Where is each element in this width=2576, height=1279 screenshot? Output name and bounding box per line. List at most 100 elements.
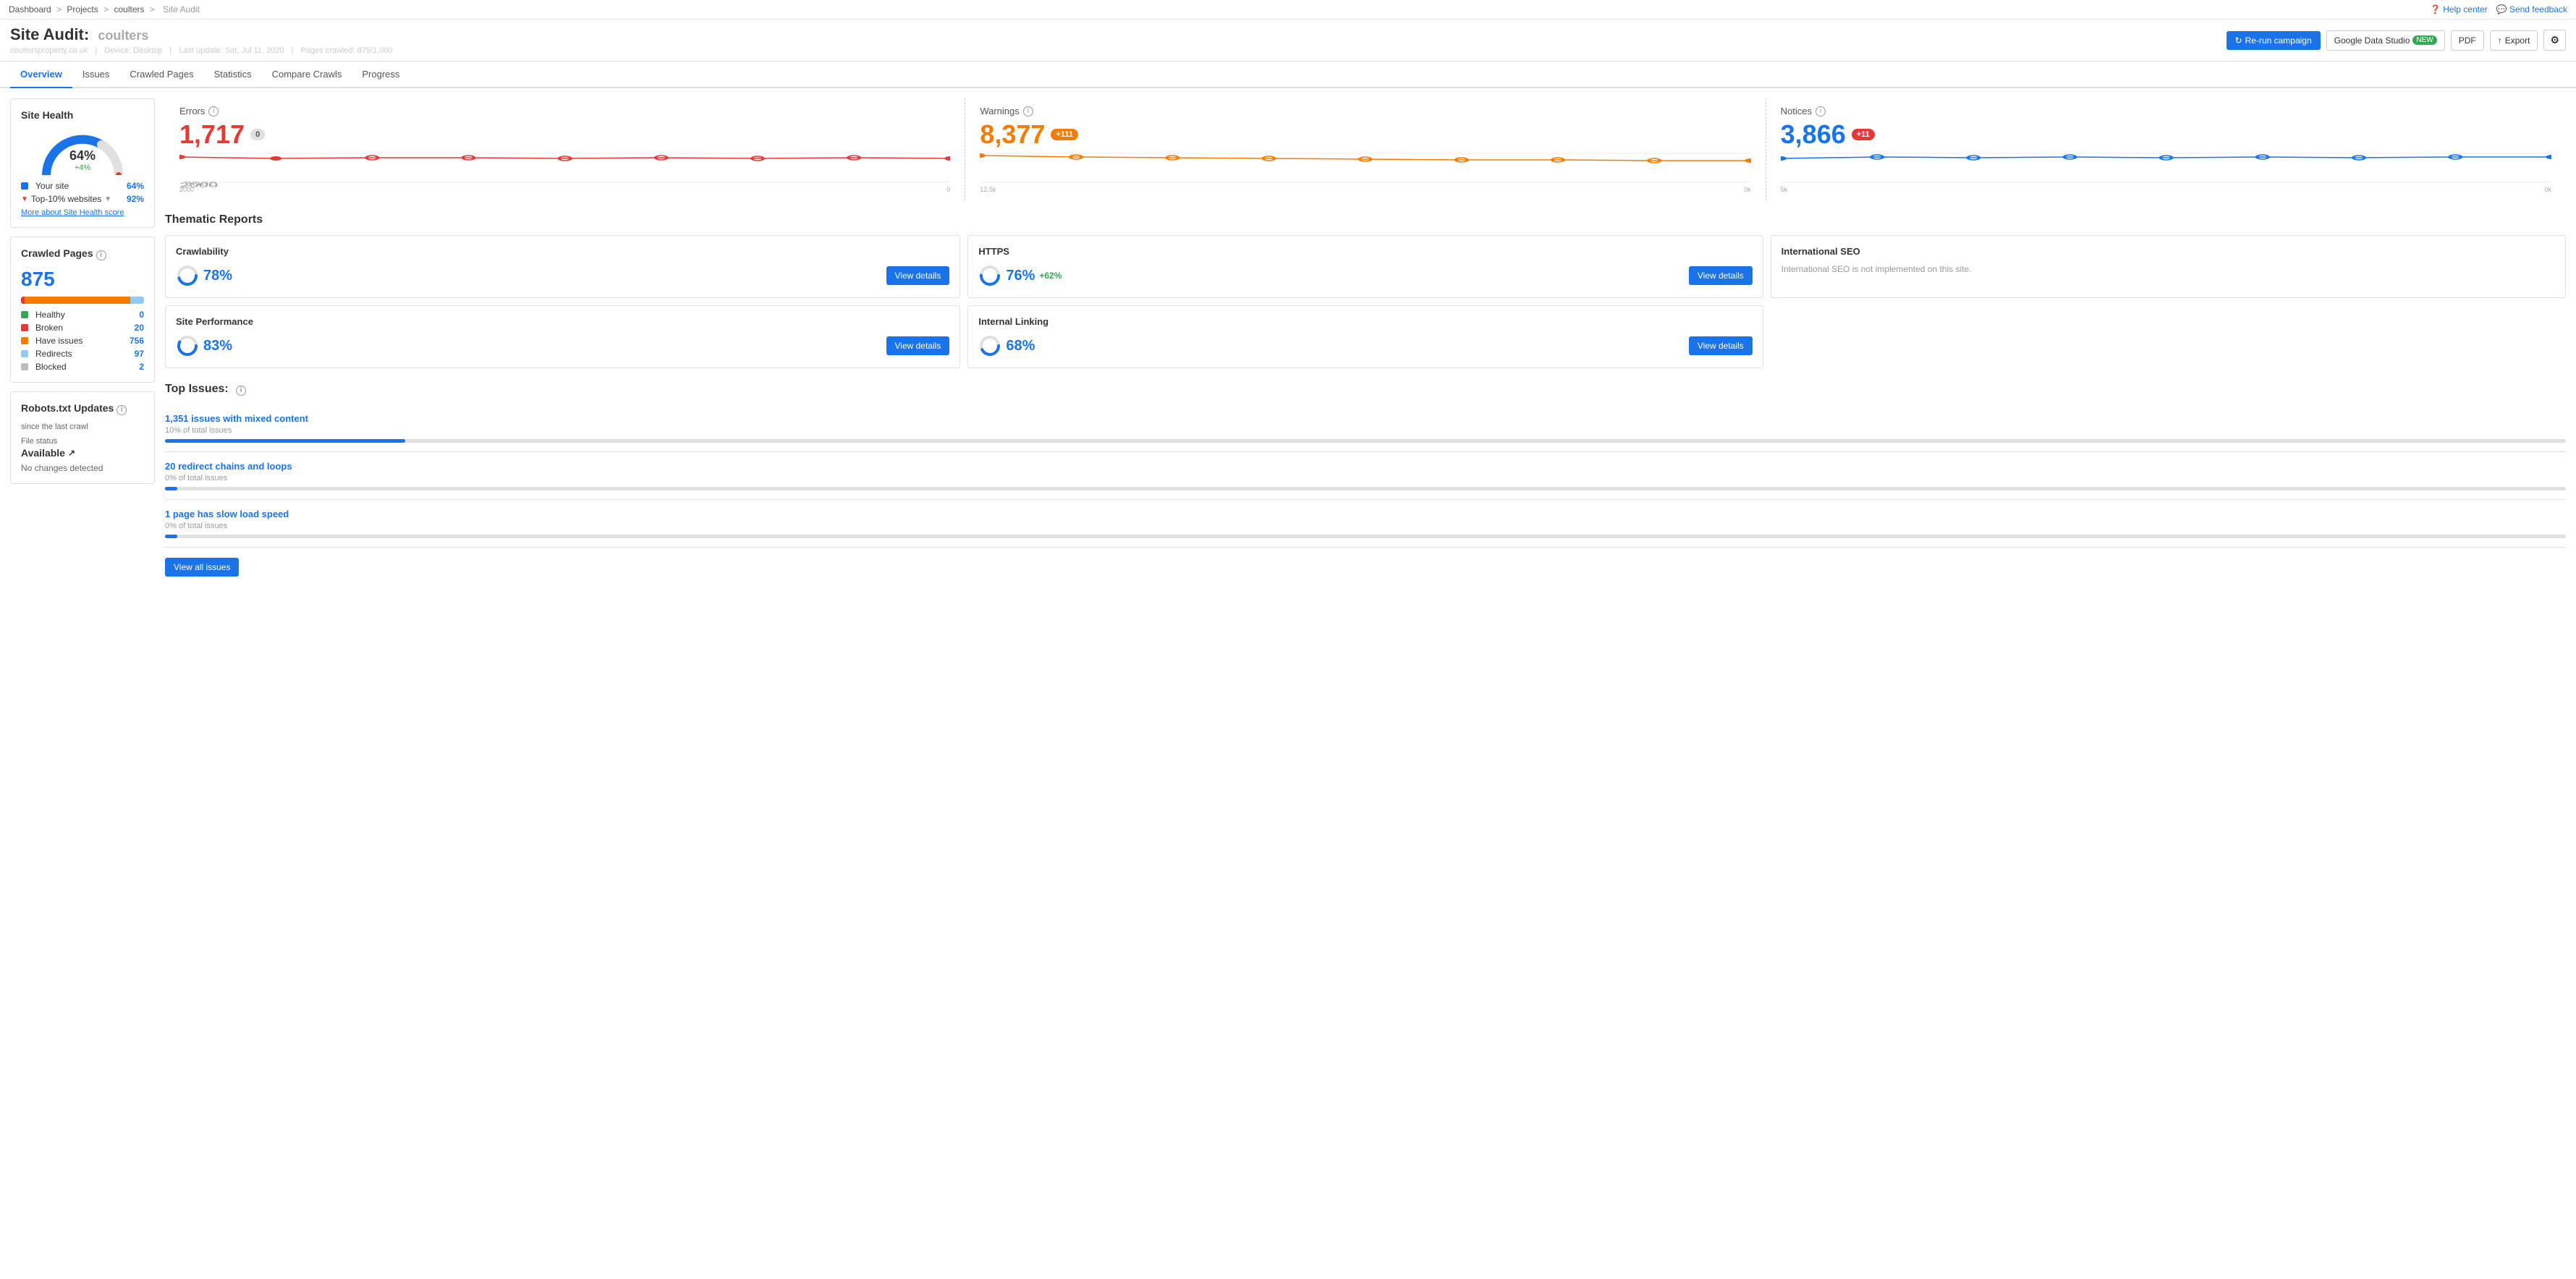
settings-button[interactable]: ⚙ (2543, 30, 2566, 51)
gauge-delta: +4% (69, 163, 96, 172)
site-health-more-link[interactable]: More about Site Health score (21, 208, 144, 217)
robots-file-status-label: File status (21, 437, 144, 446)
issue-mixed-content-bar (165, 439, 2566, 443)
warnings-info-icon[interactable]: i (1023, 106, 1033, 116)
tabs: Overview Issues Crawled Pages Statistics… (0, 61, 2576, 88)
content: Errors i 1,717 0 (165, 98, 2566, 577)
export-icon: ↑ (2498, 35, 2502, 46)
top-issues-info-icon[interactable]: i (236, 386, 246, 396)
site-health-legend: Your site 64% ▼ Top-10% websites ▼ 92% (21, 181, 144, 204)
header-left: Site Audit: coulters coultersproperty.co… (10, 25, 393, 55)
legend-broken: Broken 20 (21, 323, 144, 333)
tab-compare-crawls[interactable]: Compare Crawls (262, 61, 352, 88)
report-international-seo: International SEO International SEO is n… (1771, 235, 2566, 298)
top-issues-title: Top Issues: i (165, 383, 2566, 396)
gauge-percentage: 64% (69, 148, 96, 163)
view-all-issues-button[interactable]: View all issues (165, 558, 239, 577)
tab-statistics[interactable]: Statistics (204, 61, 262, 88)
robots-info-icon[interactable]: i (116, 405, 127, 415)
pb-redirects (130, 297, 144, 304)
internal-linking-view-details-btn[interactable]: View details (1689, 336, 1753, 355)
legend-have-issues: Have issues 756 (21, 336, 144, 346)
thematic-reports-title: Thematic Reports (165, 213, 2566, 226)
dot-have-issues (21, 337, 28, 344)
top10-arrow-icon: ▼ (21, 195, 28, 203)
dot-healthy (21, 311, 28, 318)
notices-value: 3,866 +11 (1781, 119, 2551, 150)
gds-button[interactable]: Google Data Studio NEW (2326, 30, 2445, 51)
pdf-button[interactable]: PDF (2451, 30, 2484, 51)
report-site-performance: Site Performance 83% View details (165, 305, 960, 368)
issue-slow-load-link[interactable]: 1 page has slow load speed (165, 509, 289, 519)
errors-info-icon[interactable]: i (208, 106, 219, 116)
breadcrumb-projects[interactable]: Projects (67, 4, 98, 14)
notices-badge: +11 (1852, 129, 1875, 140)
legend-your-site: Your site 64% (21, 181, 144, 191)
tab-crawled-pages[interactable]: Crawled Pages (119, 61, 203, 88)
warnings-block: Warnings i 8,377 +111 (965, 98, 1765, 200)
stats-row: Errors i 1,717 0 (165, 98, 2566, 200)
send-feedback-link[interactable]: 💬 Send feedback (2496, 4, 2567, 14)
help-center-link[interactable]: ❓ Help center (2430, 4, 2488, 14)
gauge: 64% +4% (39, 128, 126, 175)
export-button[interactable]: ↑ Export (2490, 30, 2538, 51)
tab-progress[interactable]: Progress (352, 61, 410, 88)
crawlability-view-details-btn[interactable]: View details (886, 266, 950, 285)
rerun-button[interactable]: ↻ Re-run campaign (2227, 31, 2321, 50)
report-https: HTTPS 76% +62% View details (967, 235, 1763, 298)
crawled-pages-card: Crawled Pages i 875 Healthy 0 (10, 237, 155, 383)
crawled-count: 875 (21, 268, 144, 291)
robots-status: Available ↗ (21, 447, 144, 459)
issue-slow-load-sub: 0% of total issues (165, 522, 2566, 530)
crawled-progress-bar (21, 297, 144, 304)
pages-crawled: Pages crawled: 875/1,000 (300, 46, 392, 55)
legend-blocked: Blocked 2 (21, 362, 144, 372)
warnings-badge: +111 (1051, 129, 1078, 140)
topbar-right: ❓ Help center 💬 Send feedback (2430, 4, 2567, 14)
top10-chevron-icon: ▼ (104, 195, 111, 203)
issue-redirect-chains-link[interactable]: 20 redirect chains and loops (165, 461, 292, 472)
issue-mixed-content-sub: 10% of total issues (165, 426, 2566, 435)
issue-mixed-content-link[interactable]: 1,351 issues with mixed content (165, 413, 308, 424)
issue-mixed-content: 1,351 issues with mixed content 10% of t… (165, 404, 2566, 452)
https-view-details-btn[interactable]: View details (1689, 266, 1753, 285)
notices-block: Notices i 3,866 +11 (1766, 98, 2566, 200)
https-donut-icon (978, 264, 1001, 287)
crawlability-donut-icon (176, 264, 199, 287)
notices-info-icon[interactable]: i (1816, 106, 1826, 116)
gauge-wrap: 64% +4% (21, 128, 144, 175)
site-performance-donut-icon (176, 334, 199, 357)
breadcrumb-coulters[interactable]: coulters (114, 4, 144, 14)
robots-card: Robots.txt Updates i since the last craw… (10, 391, 155, 484)
report-internal-linking: Internal Linking 68% View details (967, 305, 1763, 368)
issue-mixed-content-fill (165, 439, 405, 443)
last-update: Last update: Sat, Jul 11, 2020 (179, 46, 284, 55)
robots-title: Robots.txt Updates i (21, 402, 144, 415)
breadcrumb: Dashboard > Projects > coulters > Site A… (9, 4, 203, 14)
report-crawlability: Crawlability 78% View details (165, 235, 960, 298)
errors-block: Errors i 1,717 0 (165, 98, 965, 200)
breadcrumb-dashboard[interactable]: Dashboard (9, 4, 51, 14)
external-link-icon: ↗ (68, 448, 75, 458)
sidebar: Site Health 64% +4% (10, 98, 155, 577)
robots-subtitle: since the last crawl (21, 422, 144, 431)
issue-redirect-chains-fill (165, 487, 177, 490)
site-performance-view-details-btn[interactable]: View details (886, 336, 950, 355)
device: Device: Desktop (104, 46, 162, 55)
page-title: Site Audit: coulters (10, 25, 393, 44)
errors-sparkline: 2000 2000 (179, 150, 950, 190)
errors-label: Errors i (179, 106, 950, 116)
site-health-card: Site Health 64% +4% (10, 98, 155, 228)
warnings-sparkline (980, 150, 1750, 190)
tab-issues[interactable]: Issues (72, 61, 120, 88)
view-all-wrap: View all issues (165, 558, 2566, 577)
notices-sparkline (1781, 150, 2551, 190)
tab-overview[interactable]: Overview (10, 61, 72, 88)
crawled-legend: Healthy 0 Broken 20 Have issues (21, 310, 144, 372)
gds-badge: NEW (2412, 35, 2436, 45)
crawled-pages-info-icon[interactable]: i (96, 250, 106, 260)
domain: coultersproperty.co.uk (10, 46, 88, 55)
site-health-title: Site Health (21, 109, 144, 121)
help-icon: ❓ (2430, 4, 2441, 14)
notices-label: Notices i (1781, 106, 2551, 116)
